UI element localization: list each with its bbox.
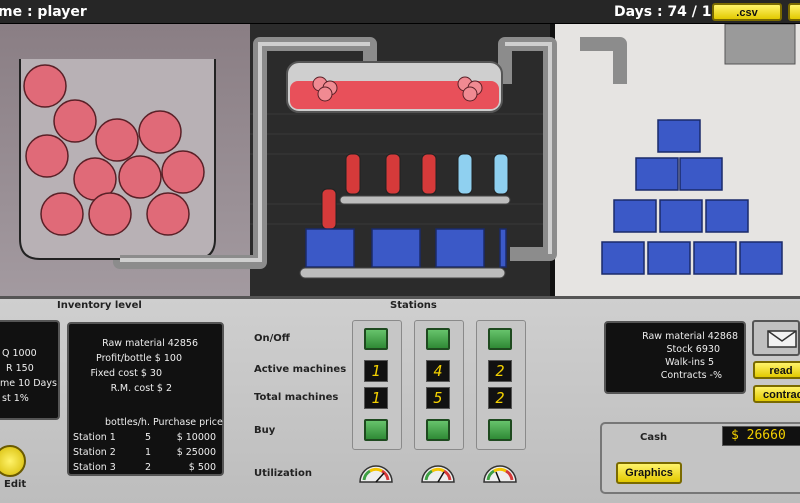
inventory-title: Inventory level [57,300,142,311]
station-3-buy-button[interactable] [488,419,512,441]
inv-row-3-rate: 2 [145,462,152,473]
inv-row-1-price: $ 10000 [176,432,216,443]
inv-row-2-rate: 1 [145,447,152,458]
read-button[interactable]: read [753,361,800,379]
top-bar: me : player Days : 74 / 180 .csv [0,0,800,24]
stations-title: Stations [390,300,437,311]
summary-stock: Stock 6930 [666,344,721,355]
edit-label[interactable]: Edit [4,479,26,490]
envelope-icon [767,330,797,348]
station-1-onoff-button[interactable] [364,328,388,350]
inv-row-2-price: $ 25000 [176,447,216,458]
inv-row-3-name: Station 3 [73,462,116,473]
messages-button[interactable] [752,320,800,356]
contracts-button[interactable]: contract [753,385,800,403]
station-1-active: 1 [364,360,388,382]
label-total-machines: Total machines [254,392,339,403]
extra-top-button[interactable] [788,3,800,21]
label-active-machines: Active machines [254,364,347,375]
param-interest: st 1% [2,393,29,404]
inv-row-1-name: Station 1 [73,432,116,443]
inv-row-1-rate: 5 [145,432,152,443]
summary-walkins: Walk-ins 5 [665,357,714,368]
graphics-button[interactable]: Graphics [616,462,682,484]
parameter-box: Q 1000 R 150 me 10 Days st 1% [0,320,60,420]
player-name: me : player [0,4,87,20]
factory-illustration [19,24,796,279]
station-2-total: 5 [426,387,450,409]
label-onoff: On/Off [254,333,290,344]
inv-profit: Profit/bottle $ 100 [96,353,182,364]
summary-raw-material: Raw material 42868 [642,331,738,342]
summary-contracts: Contracts -% [660,370,722,381]
label-utilization: Utilization [254,468,312,479]
station-2-active: 4 [426,360,450,382]
station-3-active: 2 [488,360,512,382]
station-3-total: 2 [488,387,512,409]
station-2-buy-button[interactable] [426,419,450,441]
game-screen: me : player Days : 74 / 180 .csv Q 1000 … [0,0,800,503]
factory-scene [0,24,800,296]
csv-button[interactable]: .csv [712,3,782,21]
param-lead-time: me 10 Days [0,378,57,389]
station-2-utilization-gauge [421,465,455,483]
inventory-box: Raw material 42856 Profit/bottle $ 100 F… [67,322,224,476]
station-1-utilization-gauge [359,465,393,483]
station-3-onoff-button[interactable] [488,328,512,350]
summary-box: Raw material 42868 Stock 6930 Walk-ins 5… [604,321,746,394]
station-2-onoff-button[interactable] [426,328,450,350]
station-3-utilization-gauge [483,465,517,483]
inv-table-header: bottles/h. Purchase price [105,417,223,428]
station-1-buy-button[interactable] [364,419,388,441]
label-buy: Buy [254,425,276,436]
param-r: R 150 [6,363,34,374]
inv-row-3-price: $ 500 [188,462,216,473]
cash-value: $ 26660 [722,426,800,446]
cash-label: Cash [640,432,668,443]
inv-rm-cost: R.M. cost $ 2 [110,383,172,394]
station-1-total: 1 [364,387,388,409]
inv-fixed-cost: Fixed cost $ 30 [90,368,162,379]
inv-row-2-name: Station 2 [73,447,116,458]
inv-raw-material: Raw material 42856 [102,338,198,349]
param-q: Q 1000 [2,348,37,359]
